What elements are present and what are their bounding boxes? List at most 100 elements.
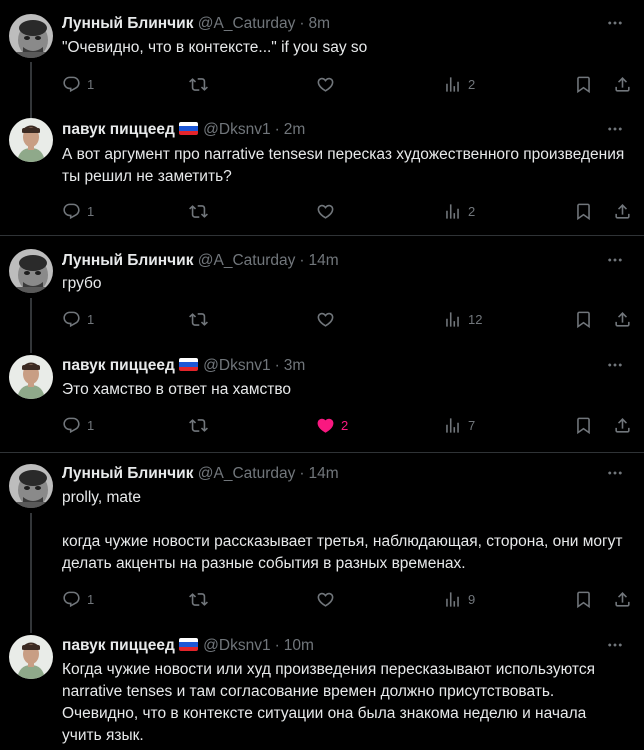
separator-dot: · xyxy=(299,465,305,482)
reply-button[interactable]: 1 xyxy=(62,588,94,610)
tweet-header: павук пиццеед @Dksnv1 · 10m xyxy=(62,636,614,656)
more-options-icon[interactable] xyxy=(606,120,624,138)
views-icon xyxy=(443,416,462,435)
avatar[interactable] xyxy=(9,464,53,508)
bookmark-button[interactable] xyxy=(574,588,593,610)
views-button[interactable]: 12 xyxy=(443,308,482,330)
views-button[interactable]: 9 xyxy=(443,588,475,610)
avatar[interactable] xyxy=(9,118,53,162)
views-button[interactable]: 2 xyxy=(443,200,475,222)
timestamp[interactable]: 3m xyxy=(284,357,306,374)
avatar[interactable] xyxy=(9,249,53,293)
bookmark-button[interactable] xyxy=(574,73,593,95)
views-icon xyxy=(443,310,462,329)
share-button[interactable] xyxy=(613,200,632,222)
user-handle[interactable]: @A_Caturday xyxy=(198,252,296,269)
tweet-header: Лунный Блинчик @A_Caturday · 14m xyxy=(62,251,614,271)
tweet[interactable]: павук пиццеед @Dksnv1 · 2m А вот аргумент п… xyxy=(0,62,644,236)
reply-count: 1 xyxy=(87,591,95,607)
share-button[interactable] xyxy=(613,308,632,330)
reply-button[interactable]: 1 xyxy=(62,308,94,330)
share-button[interactable] xyxy=(613,588,632,610)
user-handle[interactable]: @Dksnv1 xyxy=(203,637,270,654)
reply-button[interactable]: 1 xyxy=(62,73,94,95)
tweet[interactable]: Лунный Блинчик @A_Caturday · 14m prolly, ma… xyxy=(0,453,644,630)
user-handle[interactable]: @A_Caturday xyxy=(198,465,296,482)
like-button[interactable] xyxy=(316,73,341,95)
reply-count: 1 xyxy=(87,76,95,92)
reply-icon xyxy=(62,75,81,94)
more-options-icon[interactable] xyxy=(606,251,624,269)
user-handle[interactable]: @Dksnv1 xyxy=(203,121,270,138)
separator-dot: · xyxy=(299,252,305,269)
repost-icon xyxy=(189,75,208,94)
timestamp[interactable]: 14m xyxy=(309,465,339,482)
like-button[interactable] xyxy=(316,200,341,222)
like-button[interactable] xyxy=(316,308,341,330)
repost-button[interactable] xyxy=(189,200,214,222)
more-options-icon[interactable] xyxy=(606,636,624,654)
user-handle[interactable]: @Dksnv1 xyxy=(203,357,270,374)
more-options-icon[interactable] xyxy=(606,464,624,482)
reply-button[interactable]: 1 xyxy=(62,414,94,436)
reply-button[interactable]: 1 xyxy=(62,200,94,222)
more-options-icon[interactable] xyxy=(606,14,624,32)
tweet-text: Это хамство в ответ на хамство xyxy=(62,379,627,401)
like-button[interactable] xyxy=(316,588,341,610)
views-icon xyxy=(443,590,462,609)
tweet-text: prolly, mate когда чужие новости рассказы… xyxy=(62,487,627,575)
tweet[interactable]: Лунный Блинчик @A_Caturday · 8m "Очевидно, … xyxy=(0,0,644,114)
repost-icon xyxy=(189,416,208,435)
repost-button[interactable] xyxy=(189,308,214,330)
share-icon xyxy=(613,202,632,221)
bookmark-icon xyxy=(574,202,593,221)
view-count: 2 xyxy=(468,203,476,219)
view-count: 2 xyxy=(468,76,476,92)
tweet-text-paragraph: грубо xyxy=(62,275,102,292)
view-count: 9 xyxy=(468,591,476,607)
tweet-header: павук пиццеед @Dksnv1 · 3m xyxy=(62,356,614,376)
display-name[interactable]: Лунный Блинчик xyxy=(62,465,193,482)
reply-icon xyxy=(62,416,81,435)
tweet[interactable]: павук пиццеед @Dksnv1 · 3m Это хамство в от… xyxy=(0,300,644,453)
display-name[interactable]: павук пиццеед xyxy=(62,121,175,138)
tweet[interactable]: Лунный Блинчик @A_Caturday · 14m грубо 1 12 xyxy=(0,236,644,353)
share-button[interactable] xyxy=(613,414,632,436)
display-name[interactable]: Лунный Блинчик xyxy=(62,15,193,32)
timestamp[interactable]: 2m xyxy=(284,121,306,138)
timestamp[interactable]: 14m xyxy=(309,252,339,269)
repost-button[interactable] xyxy=(189,73,214,95)
timestamp[interactable]: 10m xyxy=(284,637,314,654)
avatar[interactable] xyxy=(9,14,53,58)
repost-button[interactable] xyxy=(189,588,214,610)
views-button[interactable]: 7 xyxy=(443,414,475,436)
reply-count: 1 xyxy=(87,311,95,327)
display-name[interactable]: павук пиццеед xyxy=(62,637,175,654)
timestamp[interactable]: 8m xyxy=(309,15,331,32)
repost-button[interactable] xyxy=(189,414,214,436)
tweet-text-paragraph: когда чужие новости рассказывает третья,… xyxy=(62,533,623,572)
russia-flag-icon xyxy=(178,358,198,371)
avatar[interactable] xyxy=(9,355,53,399)
heart-icon xyxy=(316,75,335,94)
bookmark-button[interactable] xyxy=(574,308,593,330)
like-button[interactable]: 2 xyxy=(316,414,348,436)
views-button[interactable]: 2 xyxy=(443,73,475,95)
more-options-icon[interactable] xyxy=(606,356,624,374)
avatar[interactable] xyxy=(9,635,53,679)
bookmark-icon xyxy=(574,310,593,329)
repost-icon xyxy=(189,590,208,609)
tweet[interactable]: павук пиццеед @Dksnv1 · 10m Когда чужие нов… xyxy=(0,584,644,750)
heart-icon xyxy=(316,202,335,221)
tweet-text: А вот аргумент про narrative tensesи пер… xyxy=(62,144,627,188)
share-icon xyxy=(613,310,632,329)
tweet-actions: 12 xyxy=(62,73,624,95)
bookmark-button[interactable] xyxy=(574,414,593,436)
user-handle[interactable]: @A_Caturday xyxy=(198,15,296,32)
bookmark-button[interactable] xyxy=(574,200,593,222)
display-name[interactable]: Лунный Блинчик xyxy=(62,252,193,269)
tweet-text-paragraph: Когда чужие новости или худ произведения… xyxy=(62,661,595,744)
display-name[interactable]: павук пиццеед xyxy=(62,357,175,374)
share-button[interactable] xyxy=(613,73,632,95)
separator-dot: · xyxy=(299,15,305,32)
